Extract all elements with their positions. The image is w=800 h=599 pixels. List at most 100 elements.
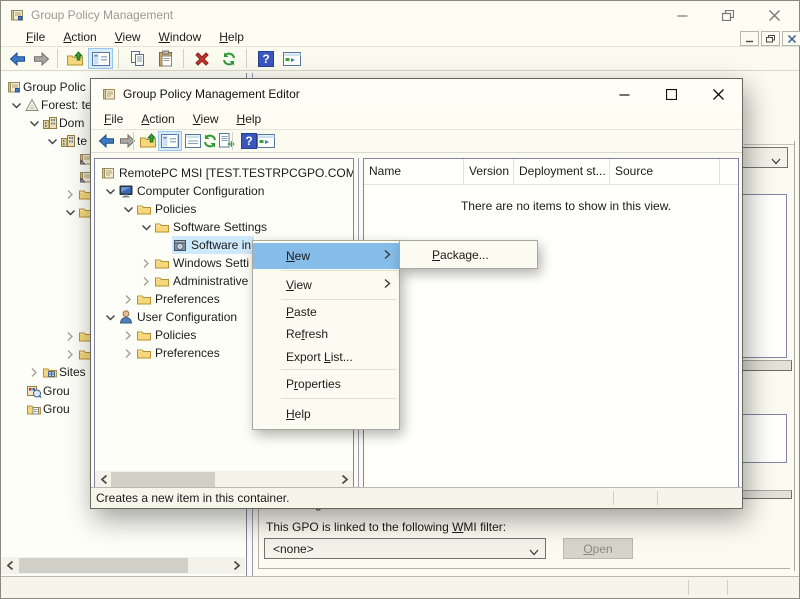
tree-item-label: Software Settings xyxy=(173,218,267,236)
toolbar-forward-button[interactable] xyxy=(29,48,54,69)
scroll-right-arrow[interactable] xyxy=(229,557,243,574)
child-restore-button[interactable] xyxy=(761,31,780,46)
gpmc-statusbar xyxy=(1,576,799,598)
menu-item-file[interactable]: File xyxy=(17,29,54,46)
chevron-expanded-icon[interactable] xyxy=(62,204,78,223)
scroll-right-arrow[interactable] xyxy=(337,471,351,488)
column-header-deployment-st[interactable]: Deployment st... xyxy=(514,159,610,184)
gpme-app-icon xyxy=(101,86,117,105)
menu-item-window[interactable]: Window xyxy=(150,29,211,46)
tree-item-policies[interactable]: Policies xyxy=(95,200,353,218)
gpmc-root-icon xyxy=(6,79,22,95)
tree-item-content: te xyxy=(60,132,87,150)
toolbar-help-button[interactable]: ? xyxy=(253,48,278,69)
scrollbar-thumb[interactable] xyxy=(111,472,215,487)
folder-icon xyxy=(136,291,152,307)
gpme-root-icon xyxy=(100,165,116,181)
tree-item-content: RemotePC MSI [TEST.TESTRPCGPO.COM] P xyxy=(100,164,354,182)
context-menu-item-properties[interactable]: Properties xyxy=(253,371,399,397)
submenu-arrow-icon xyxy=(384,278,391,292)
menu-item-action[interactable]: Action xyxy=(54,29,105,46)
menu-item-view[interactable]: View xyxy=(184,111,228,128)
forest-icon xyxy=(24,97,40,113)
context-menu-item-paste[interactable]: Paste xyxy=(253,301,399,323)
scope-right-border xyxy=(794,141,795,571)
tree-item-remotepc-msi-test-testrpcgpo-com-p[interactable]: RemotePC MSI [TEST.TESTRPCGPO.COM] P xyxy=(95,164,353,182)
gpme-list-pane: NameVersionDeployment st...Source There … xyxy=(363,158,739,489)
context-menu-item-help[interactable]: Help xyxy=(253,400,399,427)
tree-item-computer-configuration[interactable]: Computer Configuration xyxy=(95,182,353,200)
toolbar-export-list-button[interactable] xyxy=(215,131,239,151)
open-button[interactable]: Open xyxy=(563,538,633,559)
tree-item-content: Computer Configuration xyxy=(118,182,264,200)
child-minimize-button[interactable] xyxy=(740,31,759,46)
close-button[interactable] xyxy=(757,1,791,29)
toolbar-new-window-button[interactable] xyxy=(254,131,278,151)
chevron-down-icon xyxy=(529,545,539,559)
toolbar-forward-button[interactable] xyxy=(115,131,139,151)
toolbar-refresh-button[interactable] xyxy=(216,48,241,69)
toolbar-delete-button[interactable] xyxy=(189,48,214,69)
tree-item-software-settings[interactable]: Software Settings xyxy=(95,218,353,236)
toolbar-show-console-tree-button[interactable] xyxy=(88,48,113,69)
scroll-left-arrow[interactable] xyxy=(3,557,17,574)
tree-item-label: Preferences xyxy=(155,344,220,362)
column-header-source[interactable]: Source xyxy=(610,159,720,184)
chevron-collapsed-icon[interactable] xyxy=(120,345,136,364)
horizontal-scrollbar[interactable] xyxy=(1,557,245,574)
gpme-toolbar: ? xyxy=(91,130,742,153)
svg-text:?: ? xyxy=(262,52,269,66)
tree-item-content: Grou xyxy=(26,382,70,400)
toolbar-copy-button[interactable] xyxy=(125,48,150,69)
menu-item-help[interactable]: Help xyxy=(228,111,271,128)
column-header-version[interactable]: Version xyxy=(464,159,514,184)
scroll-left-arrow[interactable] xyxy=(97,471,111,488)
menu-item-action[interactable]: Action xyxy=(132,111,183,128)
submenu-item-package[interactable]: Package... xyxy=(400,243,537,266)
gpmc-titlebar: Group Policy Management xyxy=(1,1,799,29)
column-header-name[interactable]: Name xyxy=(364,159,464,184)
gpme-window: Group Policy Management Editor FileActio… xyxy=(90,78,743,509)
statusbar-separator xyxy=(657,491,658,505)
wmi-filter-combo[interactable]: <none> xyxy=(264,538,546,559)
tree-item-label: Dom xyxy=(59,114,84,132)
menu-item-label: Help xyxy=(286,407,311,421)
maximize-button[interactable] xyxy=(711,1,745,29)
tree-item-content: Preferences xyxy=(136,290,220,308)
tree-item-content: Policies xyxy=(136,326,196,344)
horizontal-scrollbar[interactable] xyxy=(95,471,353,488)
folder-icon xyxy=(154,219,170,235)
menu-item-help[interactable]: Help xyxy=(210,29,253,46)
toolbar-show-console-tree-button[interactable] xyxy=(158,131,182,151)
gpme-titlebar: Group Policy Management Editor xyxy=(91,79,742,109)
results-folder-icon xyxy=(26,401,42,417)
software-install-icon xyxy=(172,237,188,253)
tree-item-label: Forest: te xyxy=(41,96,92,114)
tree-item-content: Windows Setti xyxy=(154,254,249,272)
scrollbar-thumb[interactable] xyxy=(19,558,188,573)
toolbar-new-window-button[interactable] xyxy=(279,48,304,69)
child-close-button[interactable] xyxy=(782,31,800,46)
toolbar-back-button[interactable] xyxy=(5,48,30,69)
minimize-button[interactable] xyxy=(607,79,641,109)
close-button[interactable] xyxy=(701,79,735,109)
context-submenu: Package... xyxy=(399,240,538,269)
menu-item-file[interactable]: File xyxy=(95,111,132,128)
chevron-collapsed-icon[interactable] xyxy=(26,364,42,383)
context-menu-item-export-list[interactable]: Export List... xyxy=(253,345,399,368)
context-menu-item-refresh[interactable]: Refresh xyxy=(253,323,399,345)
maximize-button[interactable] xyxy=(654,79,688,109)
toolbar-separator xyxy=(118,49,119,68)
context-menu-item-view[interactable]: View xyxy=(253,272,399,298)
domains-icon xyxy=(42,115,58,131)
toolbar-up-one-level-button[interactable] xyxy=(63,48,88,69)
toolbar-separator xyxy=(183,49,184,68)
tree-item-content: Group Polic xyxy=(6,78,86,96)
sites-folder-icon xyxy=(42,364,58,380)
minimize-button[interactable] xyxy=(665,1,699,29)
svg-text:?: ? xyxy=(245,134,252,148)
context-menu-item-new[interactable]: New xyxy=(253,243,399,269)
folder-icon xyxy=(154,255,170,271)
menu-item-view[interactable]: View xyxy=(106,29,150,46)
toolbar-paste-button[interactable] xyxy=(153,48,178,69)
